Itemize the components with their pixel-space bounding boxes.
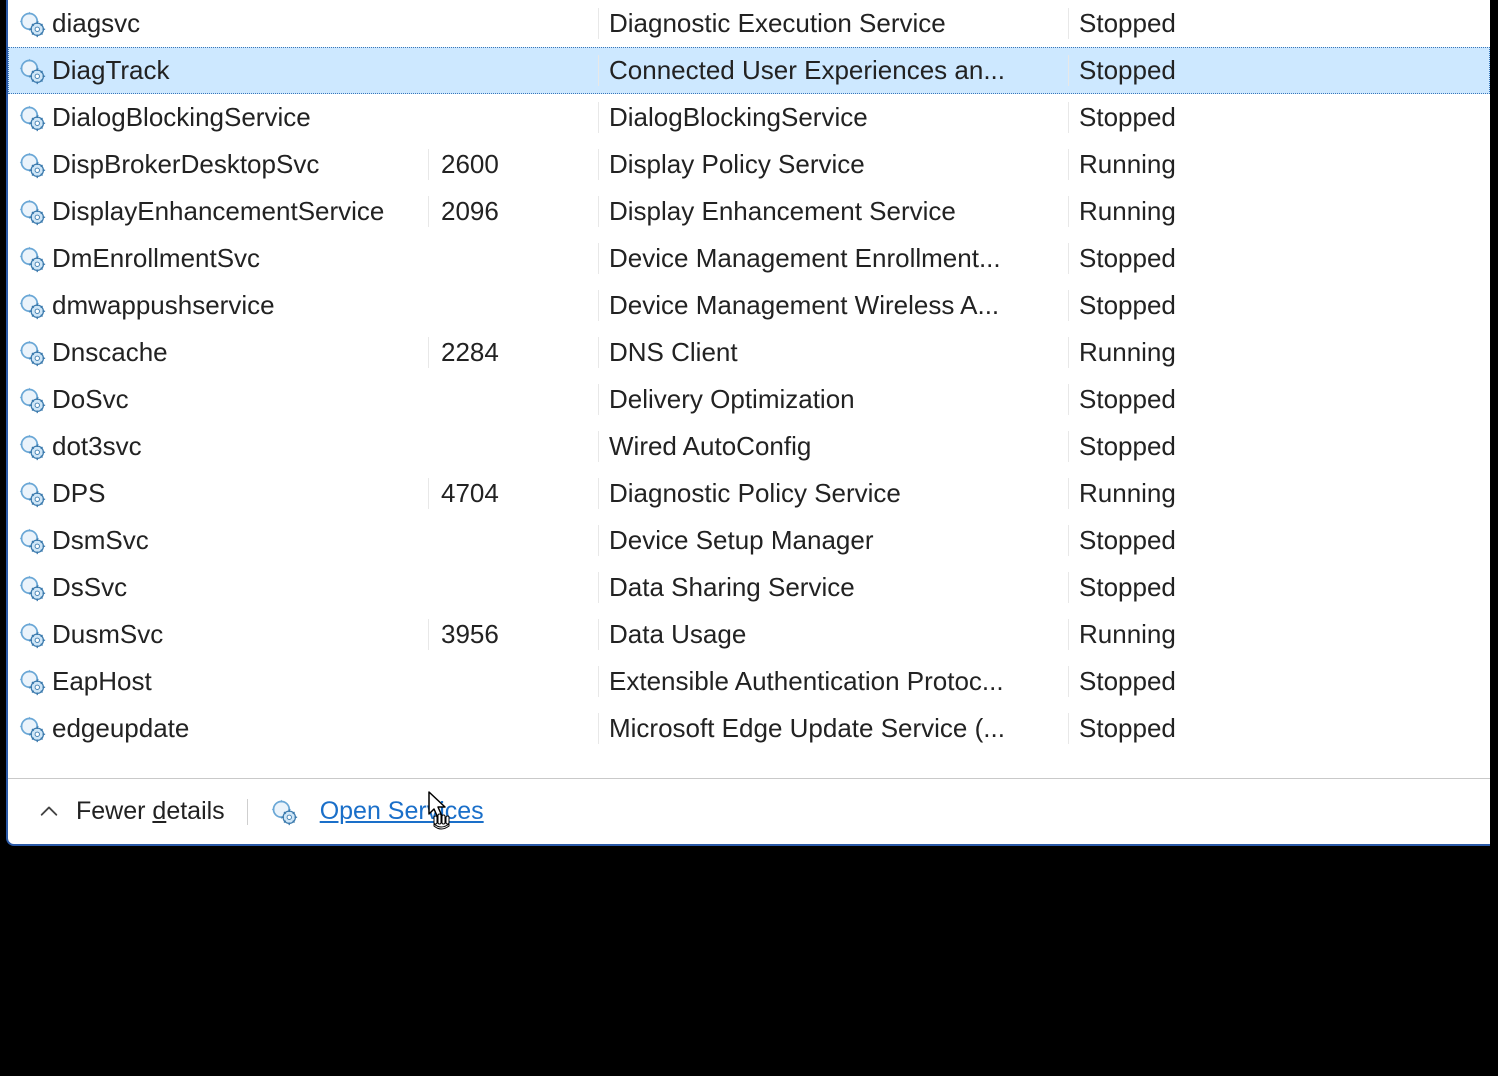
gear-icon (18, 245, 46, 273)
service-pid: 3956 (428, 619, 598, 650)
separator (247, 799, 248, 825)
service-name: DsmSvc (52, 525, 149, 556)
gear-icon (18, 104, 46, 132)
service-row[interactable]: dot3svc Wired AutoConfigStopped (8, 423, 1490, 470)
service-row[interactable]: DsSvc Data Sharing ServiceStopped (8, 564, 1490, 611)
service-status: Running (1068, 478, 1490, 509)
fewer-details-button[interactable]: Fewer details (76, 797, 225, 826)
service-row[interactable]: DialogBlockingService DialogBlockingServi… (8, 94, 1490, 141)
service-name: diagsvc (52, 8, 140, 39)
service-row[interactable]: Dnscache 2284DNS ClientRunning (8, 329, 1490, 376)
service-name: DoSvc (52, 384, 129, 415)
service-name: EapHost (52, 666, 152, 697)
gear-icon (18, 339, 46, 367)
gear-icon (18, 527, 46, 555)
service-pid: 2284 (428, 337, 598, 368)
service-description: DNS Client (598, 337, 1068, 368)
gear-icon (18, 292, 46, 320)
service-status: Running (1068, 149, 1490, 180)
service-name: dot3svc (52, 431, 142, 462)
service-name: edgeupdate (52, 713, 189, 744)
service-description: Microsoft Edge Update Service (... (598, 713, 1068, 744)
service-description: Extensible Authentication Protoc... (598, 666, 1068, 697)
service-status: Stopped (1068, 713, 1490, 744)
service-status: Stopped (1068, 666, 1490, 697)
service-description: Wired AutoConfig (598, 431, 1068, 462)
service-status: Stopped (1068, 102, 1490, 133)
service-status: Running (1068, 619, 1490, 650)
service-row[interactable]: DiagTrack Connected User Experiences an..… (8, 47, 1490, 94)
service-row[interactable]: edgeupdate Microsoft Edge Update Service … (8, 705, 1490, 752)
gear-icon (18, 386, 46, 414)
service-status: Stopped (1068, 290, 1490, 321)
task-manager-services-panel: diagsvcDiagnostic Execution ServiceStopp… (6, 0, 1490, 846)
service-name: dmwappushservice (52, 290, 275, 321)
service-name: DialogBlockingService (52, 102, 311, 133)
service-status: Stopped (1068, 243, 1490, 274)
service-status: Stopped (1068, 384, 1490, 415)
service-status: Running (1068, 196, 1490, 227)
service-pid: 2096 (428, 196, 598, 227)
service-row[interactable]: DsmSvc Device Setup ManagerStopped (8, 517, 1490, 564)
service-name: DispBrokerDesktopSvc (52, 149, 319, 180)
service-description: Delivery Optimization (598, 384, 1068, 415)
service-row[interactable]: diagsvc Diagnostic Execution ServiceStopp… (8, 0, 1490, 47)
service-status: Running (1068, 337, 1490, 368)
gear-icon (18, 480, 46, 508)
service-row[interactable]: DisplayEnhancementService 2096Display Enh… (8, 188, 1490, 235)
service-status: Stopped (1068, 525, 1490, 556)
service-status: Stopped (1068, 8, 1490, 39)
service-name: DmEnrollmentSvc (52, 243, 260, 274)
open-services-link[interactable]: Open Services (320, 797, 484, 826)
service-description: Diagnostic Execution Service (598, 8, 1068, 39)
service-description: Connected User Experiences an... (598, 55, 1068, 86)
service-name: Dnscache (52, 337, 168, 368)
service-row[interactable]: DmEnrollmentSvc Device Management Enrollm… (8, 235, 1490, 282)
service-name: DsSvc (52, 572, 127, 603)
chevron-up-icon[interactable] (38, 801, 60, 823)
service-description: Device Management Wireless A... (598, 290, 1068, 321)
gear-icon (18, 433, 46, 461)
service-pid: 4704 (428, 478, 598, 509)
service-description: Data Usage (598, 619, 1068, 650)
service-description: Display Policy Service (598, 149, 1068, 180)
service-row[interactable]: DusmSvc 3956Data UsageRunning (8, 611, 1490, 658)
service-status: Stopped (1068, 55, 1490, 86)
service-row[interactable]: dmwappushservice Device Management Wirele… (8, 282, 1490, 329)
service-row[interactable]: EapHost Extensible Authentication Protoc.… (8, 658, 1490, 705)
service-name: DusmSvc (52, 619, 163, 650)
service-description: Data Sharing Service (598, 572, 1068, 603)
service-status: Stopped (1068, 572, 1490, 603)
gear-icon (18, 715, 46, 743)
service-pid: 2600 (428, 149, 598, 180)
service-description: Device Management Enrollment... (598, 243, 1068, 274)
gear-icon (18, 57, 46, 85)
footer-bar: Fewer details Open Services (8, 778, 1490, 844)
gear-icon (18, 574, 46, 602)
gear-icon (270, 798, 298, 826)
service-name: DiagTrack (52, 55, 170, 86)
gear-icon (18, 198, 46, 226)
gear-icon (18, 668, 46, 696)
service-row[interactable]: DPS 4704Diagnostic Policy ServiceRunning (8, 470, 1490, 517)
service-description: Device Setup Manager (598, 525, 1068, 556)
service-name: DisplayEnhancementService (52, 196, 384, 227)
gear-icon (18, 151, 46, 179)
service-row[interactable]: DispBrokerDesktopSvc 2600Display Policy S… (8, 141, 1490, 188)
service-row[interactable]: DoSvc Delivery OptimizationStopped (8, 376, 1490, 423)
service-description: DialogBlockingService (598, 102, 1068, 133)
service-description: Display Enhancement Service (598, 196, 1068, 227)
service-status: Stopped (1068, 431, 1490, 462)
service-description: Diagnostic Policy Service (598, 478, 1068, 509)
service-name: DPS (52, 478, 105, 509)
gear-icon (18, 621, 46, 649)
services-table[interactable]: diagsvcDiagnostic Execution ServiceStopp… (8, 0, 1490, 778)
gear-icon (18, 10, 46, 38)
